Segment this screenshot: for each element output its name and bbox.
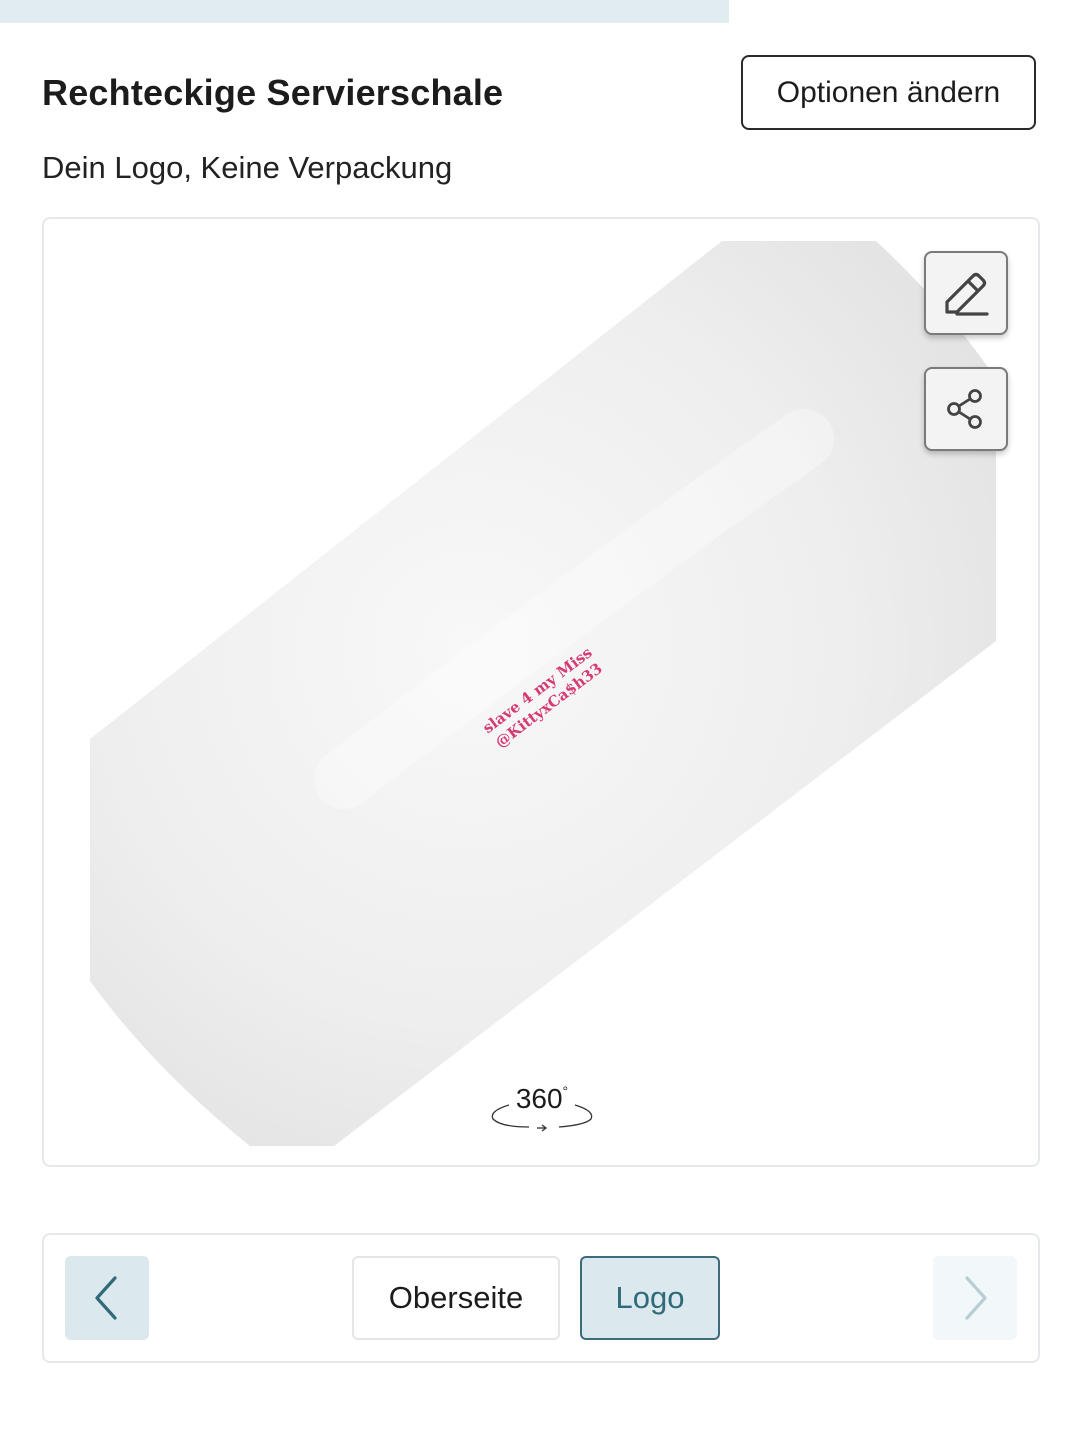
- progress-bar-fill: [0, 0, 729, 23]
- rotate-arrow-icon: [491, 1104, 593, 1132]
- share-icon: [947, 389, 982, 429]
- pencil-icon: [945, 272, 989, 316]
- edit-design-button[interactable]: [924, 251, 1008, 335]
- rotate-360-indicator[interactable]: 360°: [487, 1081, 597, 1137]
- tab-oberseite[interactable]: Oberseite: [352, 1256, 560, 1340]
- product-subtitle: Dein Logo, Keine Verpackung: [42, 150, 453, 185]
- chevron-left-icon: [95, 1276, 117, 1320]
- view-selector: Oberseite Logo: [42, 1233, 1040, 1363]
- tab-logo[interactable]: Logo: [580, 1256, 720, 1340]
- progress-bar: [0, 0, 1072, 23]
- share-button[interactable]: [924, 367, 1008, 451]
- product-3d-viewer[interactable]: slave 4 my Miss @KittyxCa$h33 360°: [42, 217, 1040, 1167]
- serving-tray-image: slave 4 my Miss @KittyxCa$h33: [90, 241, 996, 1146]
- product-title: Rechteckige Servierschale: [42, 72, 504, 113]
- chevron-right-icon: [965, 1276, 987, 1320]
- previous-view-button[interactable]: [65, 1256, 149, 1340]
- change-options-button[interactable]: Optionen ändern: [741, 55, 1036, 130]
- next-view-button[interactable]: [933, 1256, 1017, 1340]
